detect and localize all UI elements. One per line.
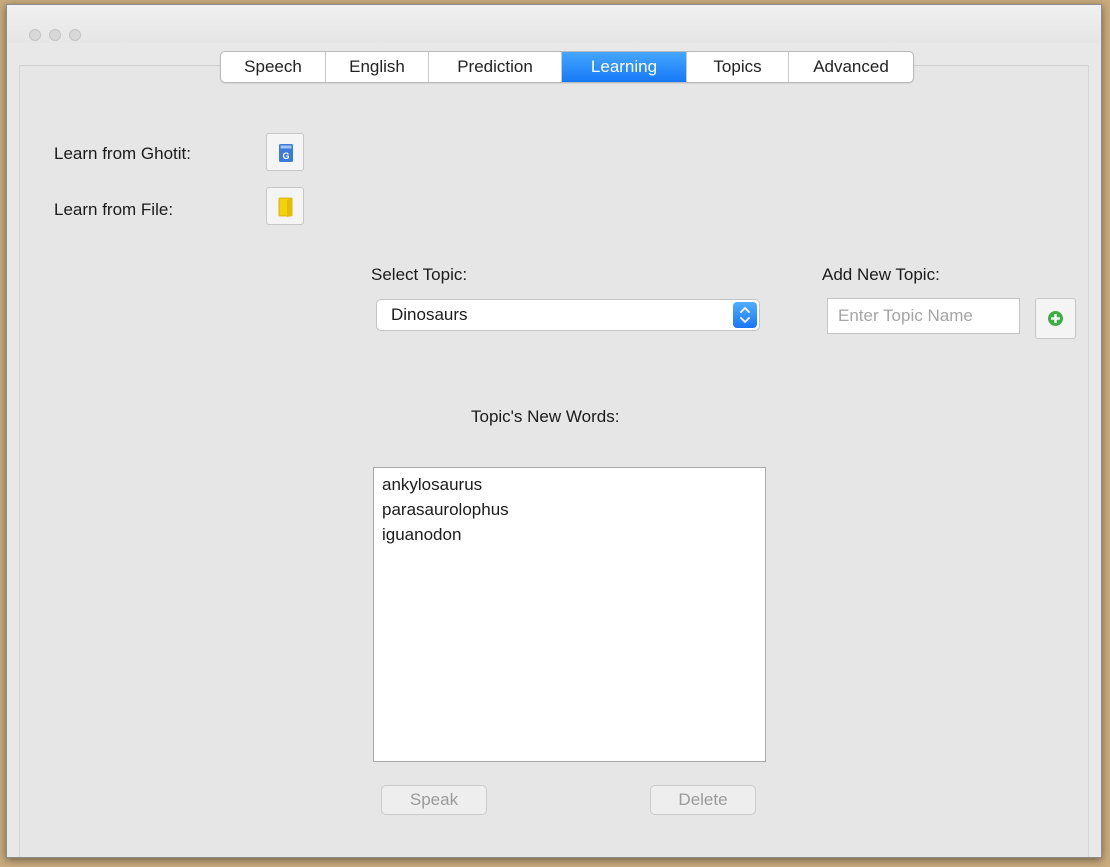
tab-advanced[interactable]: Advanced xyxy=(789,52,913,82)
new-words-list[interactable]: ankylosaurus parasaurolophus iguanodon xyxy=(373,467,766,762)
svg-text:G: G xyxy=(282,151,289,161)
list-item[interactable]: ankylosaurus xyxy=(382,472,757,497)
speak-button[interactable]: Speak xyxy=(381,785,487,815)
preferences-window: Speech English Prediction Learning Topic… xyxy=(6,4,1102,858)
tab-learning[interactable]: Learning xyxy=(562,52,687,82)
plus-circle-icon xyxy=(1048,311,1063,326)
add-topic-button[interactable] xyxy=(1035,298,1076,339)
learn-from-ghotit-button[interactable]: G xyxy=(266,133,304,171)
list-item[interactable]: iguanodon xyxy=(382,522,757,547)
minimize-window-button[interactable] xyxy=(49,29,61,41)
learn-from-file-label: Learn from File: xyxy=(54,200,174,219)
ghotit-book-icon: G xyxy=(279,144,293,162)
topic-name-input[interactable] xyxy=(827,298,1020,334)
tab-speech[interactable]: Speech xyxy=(221,52,326,82)
delete-button[interactable]: Delete xyxy=(650,785,756,815)
preferences-tab-bar: Speech English Prediction Learning Topic… xyxy=(220,51,914,83)
tab-english[interactable]: English xyxy=(326,52,429,82)
select-topic-label: Select Topic: xyxy=(371,265,468,284)
close-window-button[interactable] xyxy=(29,29,41,41)
new-words-label: Topic's New Words: xyxy=(471,407,620,426)
selected-topic-value: Dinosaurs xyxy=(391,305,468,324)
topic-select[interactable]: Dinosaurs xyxy=(376,299,760,331)
add-new-topic-label: Add New Topic: xyxy=(822,265,940,284)
tab-topics[interactable]: Topics xyxy=(687,52,789,82)
title-bar xyxy=(7,5,1101,43)
chevron-up-down-icon xyxy=(733,302,757,328)
folder-icon xyxy=(278,197,293,217)
tab-prediction[interactable]: Prediction xyxy=(429,52,562,82)
learn-from-ghotit-label: Learn from Ghotit: xyxy=(54,144,192,163)
learn-from-file-button[interactable] xyxy=(266,187,304,225)
zoom-window-button[interactable] xyxy=(69,29,81,41)
list-item[interactable]: parasaurolophus xyxy=(382,497,757,522)
